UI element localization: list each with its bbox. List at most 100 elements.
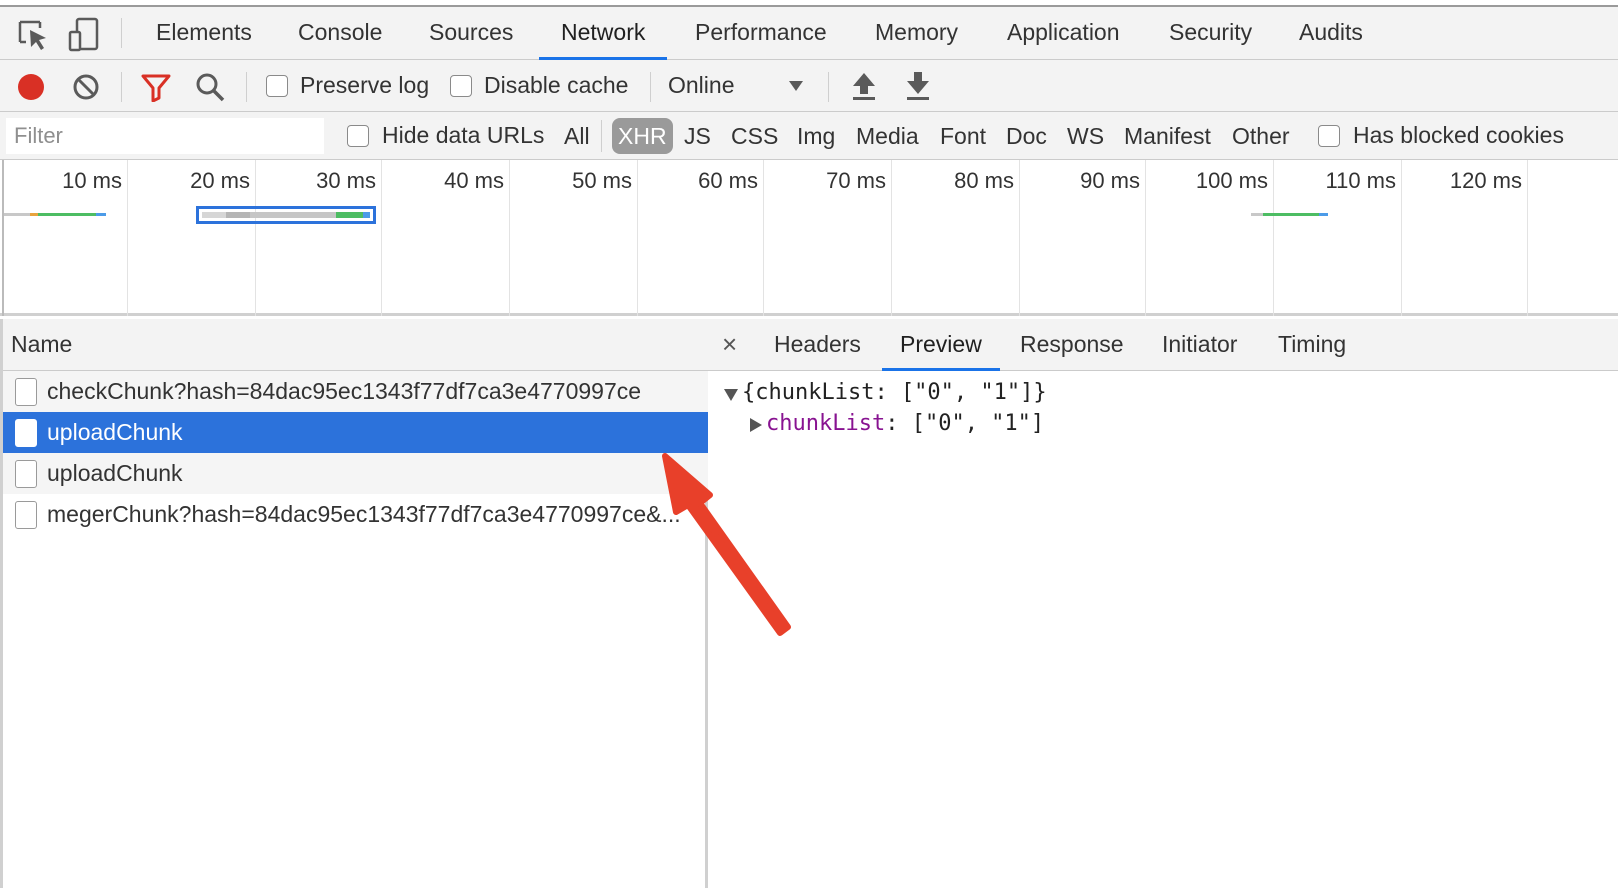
requests-header[interactable]: Name <box>3 319 708 371</box>
request-row[interactable]: checkChunk?hash=84dac95ec1343f77df7ca3e4… <box>3 371 708 412</box>
tab-response[interactable]: Response <box>1002 319 1142 371</box>
preview-key: chunkList <box>766 411 886 436</box>
request-row-selected[interactable]: uploadChunk <box>3 412 708 453</box>
has-blocked-cookies-label: Has blocked cookies <box>1353 122 1564 148</box>
waterfall-bar-connect <box>30 213 38 216</box>
filter-type-ws[interactable]: WS <box>1063 118 1108 154</box>
inspect-element-icon[interactable] <box>14 16 54 56</box>
preserve-log-label: Preserve log <box>300 72 430 98</box>
filter-icon[interactable] <box>140 72 172 102</box>
request-name: megerChunk?hash=84dac95ec1343f77df7ca3e4… <box>47 501 681 527</box>
toolbar-separator <box>828 72 829 102</box>
gridline <box>1019 160 1020 316</box>
preview-property[interactable]: chunkList: ["0", "1"] <box>766 411 1044 436</box>
devtools-tabbar: Elements Console Sources Network Perform… <box>0 0 1618 60</box>
tab-network[interactable]: Network <box>539 6 668 60</box>
tab-audits[interactable]: Audits <box>1277 6 1385 60</box>
document-icon <box>15 460 37 488</box>
detail-tabbar: × Headers Preview Response Initiator Tim… <box>708 319 1618 371</box>
filter-bar: Hide data URLs All XHR JS CSS Img Media … <box>0 112 1618 160</box>
chevron-down-icon <box>789 81 803 91</box>
tab-console[interactable]: Console <box>276 6 404 60</box>
timeline-tick: 90 ms <box>1080 168 1140 193</box>
toolbar-separator <box>246 72 247 102</box>
tab-elements[interactable]: Elements <box>134 6 274 60</box>
tab-timing[interactable]: Timing <box>1260 319 1364 371</box>
timeline-tick: 60 ms <box>698 168 758 193</box>
network-overview[interactable]: 10 ms 20 ms 30 ms 40 ms 50 ms 60 ms 70 m… <box>0 160 1618 316</box>
gridline <box>1527 160 1528 316</box>
timeline-tick: 120 ms <box>1449 168 1522 193</box>
column-header-name[interactable]: Name <box>11 331 72 358</box>
timeline-tick: 50 ms <box>572 168 632 193</box>
filter-type-img[interactable]: Img <box>793 118 839 154</box>
filter-type-css[interactable]: CSS <box>727 118 782 154</box>
gridline <box>891 160 892 316</box>
tab-memory[interactable]: Memory <box>853 6 980 60</box>
clear-icon[interactable] <box>71 72 101 102</box>
filter-type-font[interactable]: Font <box>936 118 990 154</box>
overview-left-edge <box>2 160 4 316</box>
close-icon[interactable]: × <box>722 329 737 360</box>
gridline <box>1401 160 1402 316</box>
has-blocked-cookies-checkbox[interactable] <box>1318 125 1340 147</box>
tab-preview[interactable]: Preview <box>882 319 1000 371</box>
timeline-tick: 30 ms <box>316 168 376 193</box>
disable-cache-checkbox[interactable] <box>450 75 472 97</box>
filter-type-other[interactable]: Other <box>1228 118 1294 154</box>
tab-performance[interactable]: Performance <box>673 6 849 60</box>
filter-type-xhr[interactable]: XHR <box>612 118 673 154</box>
gridline <box>381 160 382 316</box>
timeline-tick: 100 ms <box>1195 168 1268 193</box>
gridline <box>127 160 128 316</box>
request-row[interactable]: uploadChunk <box>3 453 708 494</box>
filter-type-manifest[interactable]: Manifest <box>1120 118 1215 154</box>
gridline <box>763 160 764 316</box>
gridline <box>1145 160 1146 316</box>
gridline <box>509 160 510 316</box>
waterfall-selected-request[interactable] <box>196 206 376 224</box>
document-icon <box>15 378 37 406</box>
hide-data-urls-label: Hide data URLs <box>382 122 545 148</box>
waterfall-bar-download <box>1319 213 1328 216</box>
toolbar-separator <box>121 18 122 48</box>
import-har-icon[interactable] <box>850 70 878 102</box>
filter-type-all[interactable]: All <box>560 118 594 154</box>
filter-input[interactable] <box>6 118 324 154</box>
triangle-expanded-icon[interactable] <box>724 389 738 401</box>
record-button[interactable] <box>16 72 46 102</box>
waterfall-bar-stalled <box>4 213 30 216</box>
export-har-icon[interactable] <box>904 70 932 102</box>
tab-sources[interactable]: Sources <box>407 6 535 60</box>
request-row[interactable]: megerChunk?hash=84dac95ec1343f77df7ca3e4… <box>3 494 708 535</box>
preserve-log-checkbox[interactable] <box>266 75 288 97</box>
toolbar-separator <box>121 72 122 102</box>
filter-type-doc[interactable]: Doc <box>1002 118 1051 154</box>
filter-type-media[interactable]: Media <box>852 118 923 154</box>
request-detail-panel: × Headers Preview Response Initiator Tim… <box>708 319 1618 888</box>
timeline-tick: 80 ms <box>954 168 1014 193</box>
throttling-value: Online <box>668 72 735 98</box>
gridline <box>637 160 638 316</box>
tab-initiator[interactable]: Initiator <box>1144 319 1255 371</box>
device-toolbar-icon[interactable] <box>64 16 104 56</box>
gridline <box>1273 160 1274 316</box>
waterfall-bar-waiting <box>1263 213 1319 216</box>
document-icon <box>15 419 37 447</box>
waterfall-bar-waiting <box>38 213 96 216</box>
hide-data-urls-checkbox[interactable] <box>347 125 369 147</box>
disable-cache-label: Disable cache <box>484 72 629 98</box>
timeline-tick: 110 ms <box>1325 168 1396 193</box>
search-icon[interactable] <box>195 72 225 102</box>
request-name: uploadChunk <box>47 460 183 486</box>
filter-separator <box>601 120 602 152</box>
throttling-select[interactable]: Online <box>660 66 810 106</box>
filter-type-js[interactable]: JS <box>680 118 715 154</box>
triangle-collapsed-icon[interactable] <box>750 418 762 432</box>
tab-application[interactable]: Application <box>985 6 1142 60</box>
request-name: checkChunk?hash=84dac95ec1343f77df7ca3e4… <box>47 378 642 404</box>
timeline-tick: 20 ms <box>190 168 250 193</box>
tab-security[interactable]: Security <box>1147 6 1274 60</box>
preview-summary[interactable]: {chunkList: ["0", "1"]} <box>742 380 1047 405</box>
tab-headers[interactable]: Headers <box>756 319 879 371</box>
